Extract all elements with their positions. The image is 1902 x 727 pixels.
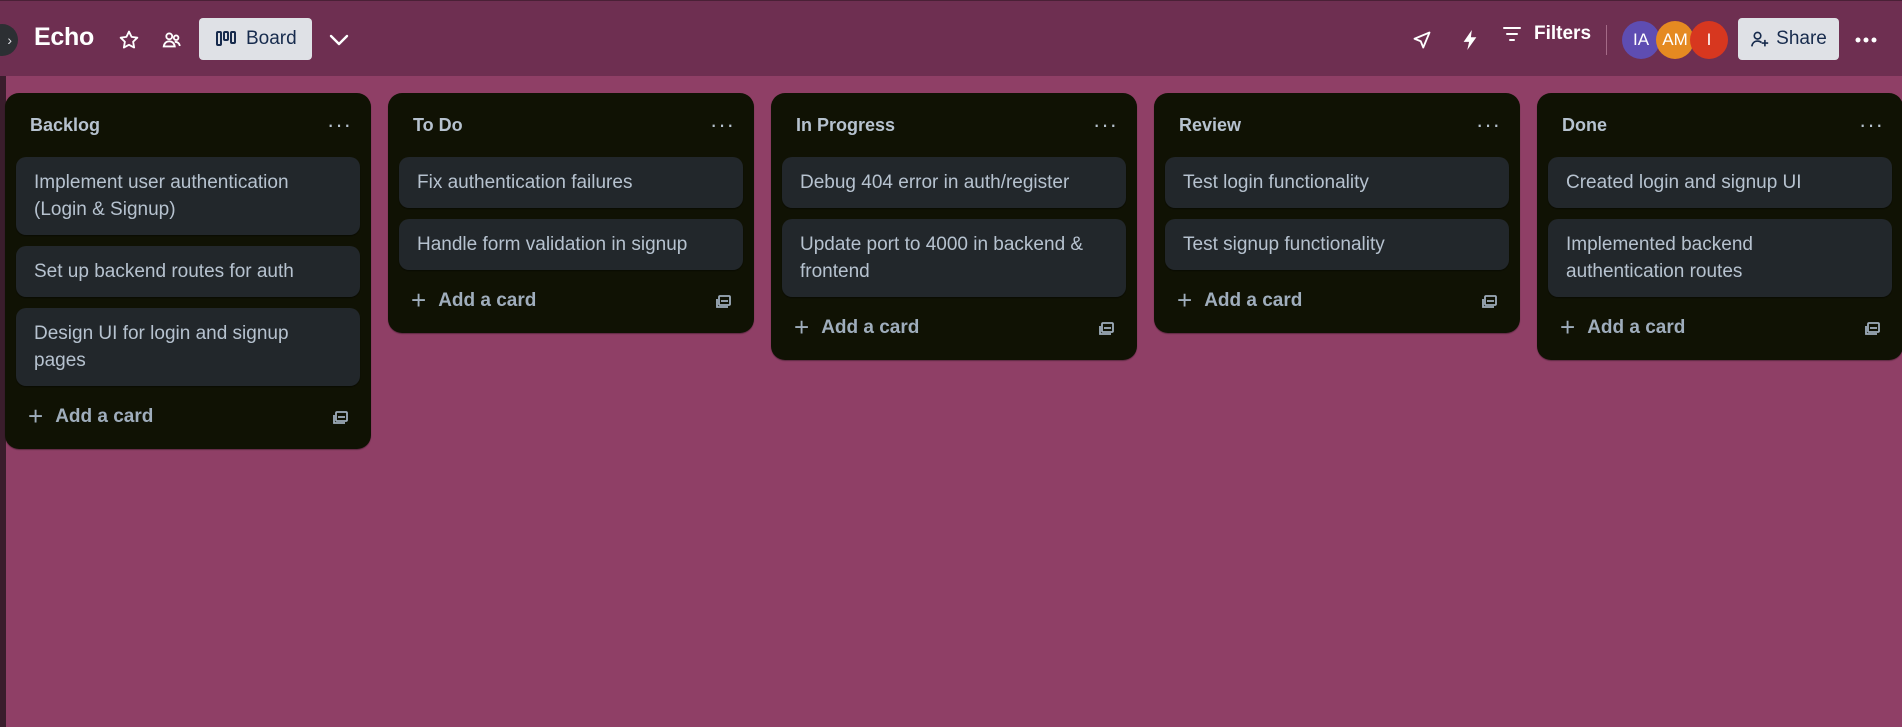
- list-header: Done ···: [1548, 93, 1892, 157]
- list-in-progress: In Progress ··· Debug 404 error in auth/…: [771, 93, 1137, 360]
- add-card-row: + Add a card: [782, 308, 1126, 348]
- list-header: Review ···: [1165, 93, 1509, 157]
- list-menu-icon[interactable]: ···: [1476, 112, 1501, 138]
- card[interactable]: Fix authentication failures: [399, 157, 743, 208]
- add-card-label: Add a card: [55, 406, 154, 427]
- card[interactable]: Test signup functionality: [1165, 219, 1509, 270]
- plus-icon: +: [411, 284, 427, 315]
- plus-icon: +: [1560, 311, 1576, 342]
- list-title[interactable]: Done: [1562, 115, 1607, 136]
- automation-icon[interactable]: [1457, 27, 1483, 53]
- list-menu-icon[interactable]: ···: [327, 112, 352, 138]
- list-title[interactable]: Review: [1179, 115, 1241, 136]
- add-card-row: + Add a card: [1548, 308, 1892, 348]
- add-card-row: + Add a card: [399, 281, 743, 321]
- filters-label: Filters: [1534, 23, 1592, 44]
- create-from-template-icon[interactable]: [715, 293, 733, 309]
- star-icon[interactable]: [116, 27, 142, 53]
- plus-icon: +: [794, 311, 810, 342]
- create-from-template-icon[interactable]: [1864, 320, 1882, 336]
- card[interactable]: Set up backend routes for auth: [16, 246, 360, 297]
- list-menu-icon[interactable]: ···: [710, 112, 735, 138]
- chevron-down-icon[interactable]: [324, 25, 354, 55]
- add-card-button[interactable]: + Add a card: [794, 311, 920, 342]
- add-card-row: + Add a card: [1165, 281, 1509, 321]
- board-title[interactable]: Echo: [34, 23, 94, 52]
- plus-icon: +: [1177, 284, 1193, 315]
- card[interactable]: Created login and signup UI: [1548, 157, 1892, 208]
- add-card-label: Add a card: [438, 290, 537, 311]
- share-button[interactable]: Share: [1738, 18, 1839, 60]
- card[interactable]: Update port to 4000 in backend & fronten…: [782, 219, 1126, 297]
- card[interactable]: Implemented backend authentication route…: [1548, 219, 1892, 297]
- board-view-button[interactable]: Board: [199, 18, 312, 60]
- board-view-icon: [216, 31, 236, 46]
- add-card-button[interactable]: + Add a card: [28, 400, 154, 431]
- list-done: Done ··· Created login and signup UI Imp…: [1537, 93, 1902, 360]
- add-card-button[interactable]: + Add a card: [411, 284, 537, 315]
- more-icon[interactable]: [1851, 25, 1881, 55]
- add-card-button[interactable]: + Add a card: [1560, 311, 1686, 342]
- member-avatar-i[interactable]: I: [1690, 21, 1728, 59]
- list-title[interactable]: Backlog: [30, 115, 100, 136]
- create-from-template-icon[interactable]: [1098, 320, 1116, 336]
- plus-icon: +: [28, 400, 44, 431]
- card[interactable]: Implement user authentication (Login & S…: [16, 157, 360, 235]
- board-header: Echo Board Filters IA AM I Share: [0, 0, 1902, 76]
- list-to-do: To Do ··· Fix authentication failures Ha…: [388, 93, 754, 333]
- list-title[interactable]: To Do: [413, 115, 463, 136]
- member-avatar-ia[interactable]: IA: [1622, 21, 1660, 59]
- card[interactable]: Handle form validation in signup: [399, 219, 743, 270]
- list-header: Backlog ···: [16, 93, 360, 157]
- card[interactable]: Design UI for login and signup pages: [16, 308, 360, 386]
- add-card-label: Add a card: [821, 317, 920, 338]
- workspace-visibility-icon[interactable]: [159, 27, 185, 53]
- list-title[interactable]: In Progress: [796, 115, 895, 136]
- list-backlog: Backlog ··· Implement user authenticatio…: [5, 93, 371, 449]
- list-review: Review ··· Test login functionality Test…: [1154, 93, 1520, 333]
- filter-icon: [1503, 27, 1521, 41]
- board-view-label: Board: [246, 28, 297, 49]
- list-header: In Progress ···: [782, 93, 1126, 157]
- add-card-button[interactable]: + Add a card: [1177, 284, 1303, 315]
- chevron-right-icon: ›: [7, 32, 12, 48]
- card[interactable]: Debug 404 error in auth/register: [782, 157, 1126, 208]
- list-menu-icon[interactable]: ···: [1093, 112, 1118, 138]
- card[interactable]: Test login functionality: [1165, 157, 1509, 208]
- filters-button[interactable]: Filters: [1502, 23, 1591, 45]
- header-divider: [1606, 25, 1607, 55]
- create-from-template-icon[interactable]: [332, 409, 350, 425]
- list-header: To Do ···: [399, 93, 743, 157]
- list-menu-icon[interactable]: ···: [1859, 112, 1884, 138]
- add-card-label: Add a card: [1587, 317, 1686, 338]
- share-label: Share: [1776, 28, 1827, 49]
- power-ups-icon[interactable]: [1409, 27, 1435, 53]
- add-card-row: + Add a card: [16, 397, 360, 437]
- share-icon: [1751, 31, 1769, 47]
- create-from-template-icon[interactable]: [1481, 293, 1499, 309]
- member-avatar-am[interactable]: AM: [1656, 21, 1694, 59]
- add-card-label: Add a card: [1204, 290, 1303, 311]
